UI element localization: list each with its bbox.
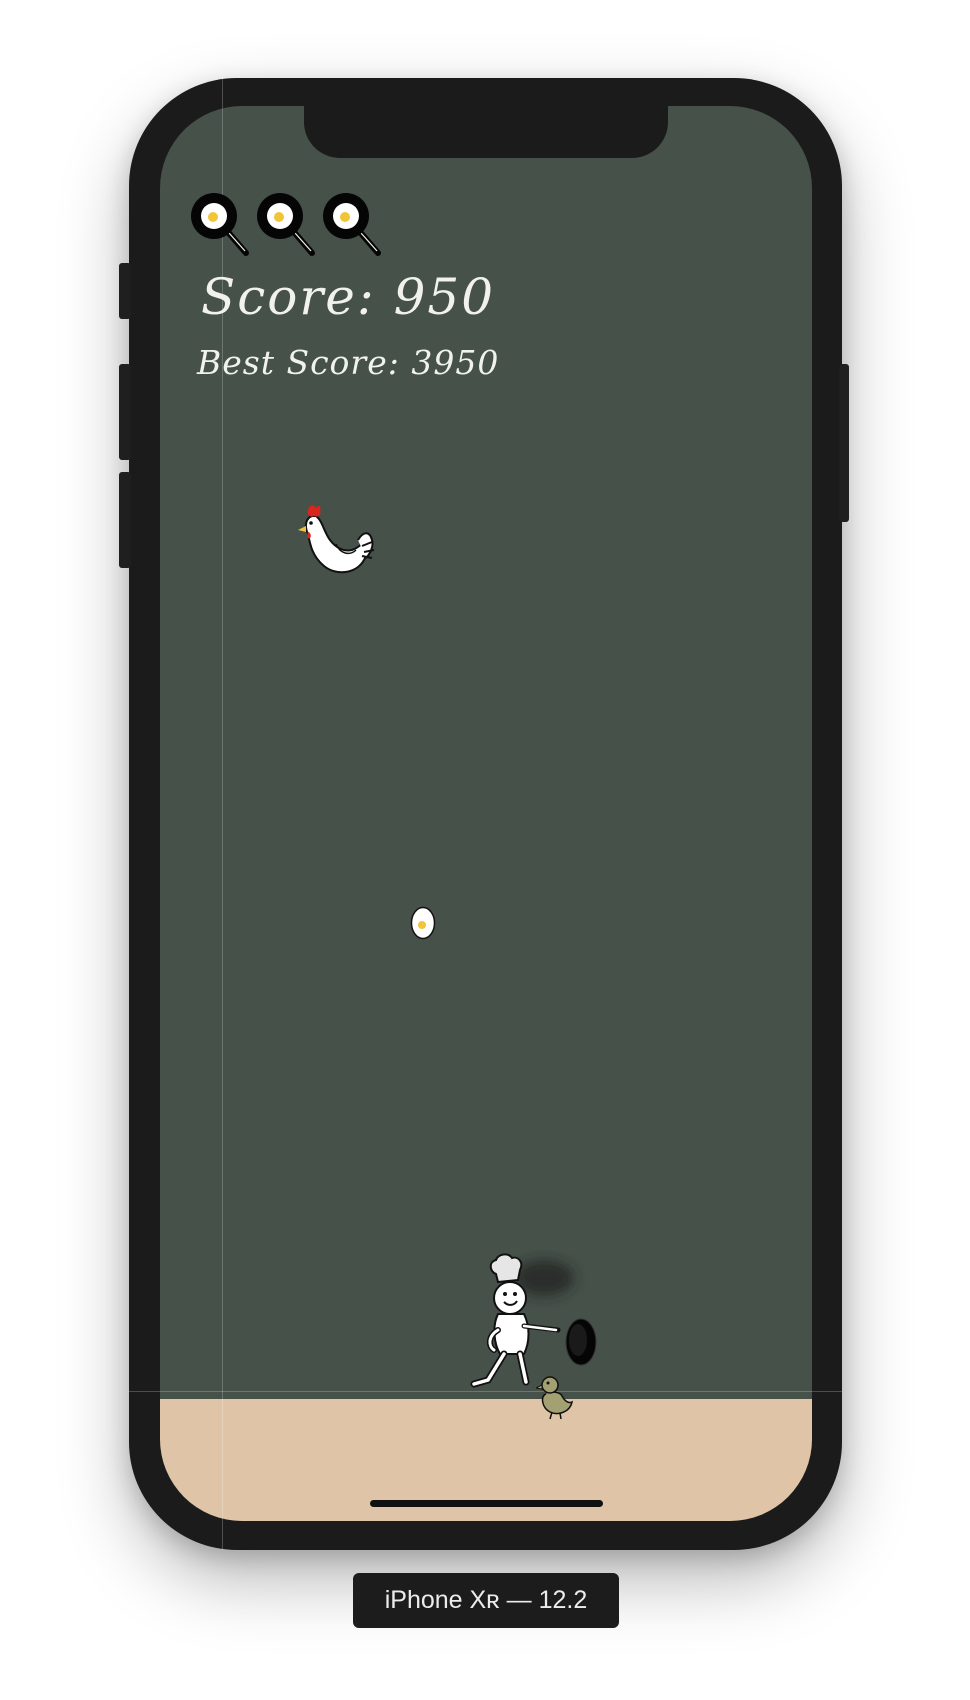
lives-indicator bbox=[190, 190, 382, 258]
duckling-sprite bbox=[536, 1376, 574, 1420]
egg-sprite bbox=[410, 906, 436, 940]
chicken-sprite bbox=[298, 505, 375, 574]
score-label: Score: 950 bbox=[201, 268, 496, 326]
frying-pan-life-icon bbox=[257, 193, 315, 256]
frying-pan-life-icon bbox=[323, 193, 381, 256]
home-indicator[interactable] bbox=[370, 1500, 603, 1507]
volume-down-button bbox=[119, 472, 131, 568]
volume-up-button bbox=[119, 364, 131, 460]
power-button bbox=[839, 364, 849, 522]
chef-sprite bbox=[470, 1253, 597, 1388]
silent-switch bbox=[119, 263, 131, 319]
best-score-label: Best Score: 3950 bbox=[197, 343, 500, 382]
frying-pan-life-icon bbox=[191, 193, 249, 256]
device-label: iPhone Xʀ — 12.2 bbox=[353, 1573, 619, 1628]
notch bbox=[304, 106, 668, 158]
